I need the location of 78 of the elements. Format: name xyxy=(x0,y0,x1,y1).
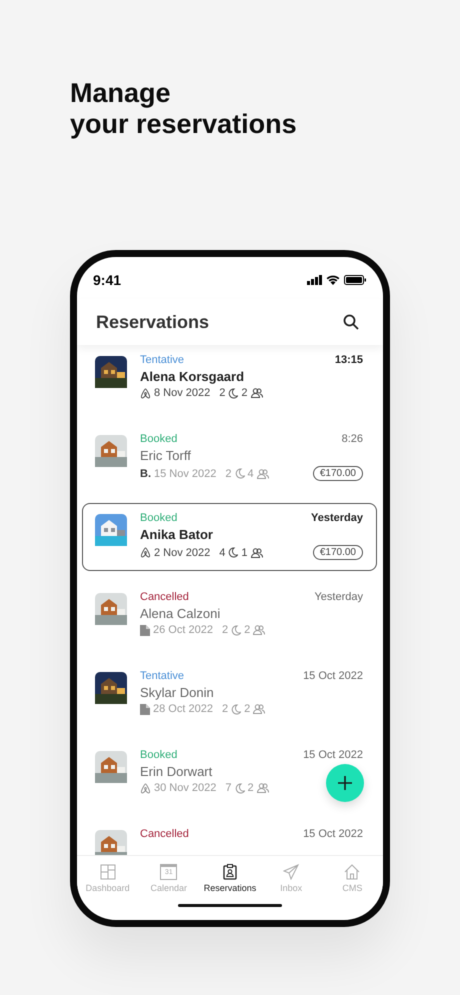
guest-name: Eric Torff xyxy=(140,448,191,463)
time-label: 13:15 xyxy=(334,354,363,366)
guest-name: Alena Korsgaard xyxy=(140,369,244,384)
moon-icon xyxy=(234,782,245,794)
reservation-item[interactable]: Tentative 13:15 Alena Korsgaard 8 Nov 2022 2 2 xyxy=(82,345,377,413)
nights-count: 4 xyxy=(219,546,226,558)
price-tag: €170.00 xyxy=(312,545,363,560)
guests-icon xyxy=(250,548,263,558)
grid-icon xyxy=(100,864,116,880)
document-icon xyxy=(140,704,150,714)
nights-count: 2 xyxy=(225,468,232,480)
guest-name: Skylar Donin xyxy=(140,685,214,700)
date-label: 26 Oct 2022 xyxy=(153,624,213,636)
guests-icon xyxy=(250,388,263,398)
guests-icon xyxy=(256,468,269,478)
selected-reservation-card[interactable]: Booked Yesterday Anika Bator 2 Nov 2022 4 1 €170.00 xyxy=(82,503,377,571)
guests-count: 2 xyxy=(244,703,250,715)
guests-count: 1 xyxy=(241,546,248,558)
guests-icon xyxy=(253,625,266,635)
status-label: Cancelled xyxy=(140,591,189,603)
guest-name: Anika Bator xyxy=(140,527,213,542)
nights-count: 2 xyxy=(222,624,228,636)
moon-icon xyxy=(228,388,238,398)
date-label: 28 Oct 2022 xyxy=(153,703,213,715)
date-label: 8 Nov 2022 xyxy=(154,387,210,399)
date-label: 15 Nov 2022 xyxy=(154,468,216,480)
screen-title: Reservations xyxy=(96,312,210,332)
status-label: Booked xyxy=(140,749,178,761)
search-icon[interactable] xyxy=(343,314,359,330)
status-label: Tentative xyxy=(140,354,184,366)
battery-icon xyxy=(344,275,366,285)
time-label: 15 Oct 2022 xyxy=(303,749,363,761)
date-label: 2 Nov 2022 xyxy=(154,546,210,558)
guests-icon xyxy=(253,704,266,714)
time-label: Yesterday xyxy=(314,591,363,603)
status-label: Booked xyxy=(140,433,178,445)
guests-count: 2 xyxy=(241,387,248,399)
document-icon xyxy=(140,624,150,636)
moon-icon xyxy=(231,704,242,714)
guests-icon xyxy=(256,783,269,793)
headline: Manage your reservations xyxy=(70,78,297,140)
status-label: Cancelled xyxy=(140,828,189,840)
plus-icon xyxy=(338,776,352,790)
guest-name: Alena Calzoni xyxy=(140,606,220,621)
tab-item[interactable]: Reservations xyxy=(200,858,260,904)
paper-plane-icon xyxy=(283,864,300,880)
nights-count: 2 xyxy=(222,703,228,715)
signal-icon xyxy=(307,275,322,285)
moon-icon xyxy=(231,624,242,636)
reservation-item[interactable]: Cancelled Yesterday Alena Calzoni 26 Oct 2022 2 2 xyxy=(82,582,377,650)
status-label: Tentative xyxy=(140,670,184,682)
home-icon xyxy=(344,864,360,880)
price-tag: €170.00 xyxy=(312,466,363,481)
status-label: Booked xyxy=(140,512,178,524)
reservation-item[interactable]: Booked 8:26 Eric Torff B. 15 Nov 2022 2 4 €170.00 xyxy=(82,424,377,492)
time-label: 8:26 xyxy=(342,433,363,445)
reservation-item[interactable]: Tentative 15 Oct 2022 Skylar Donin 28 Oct 2022 2 2 xyxy=(82,661,377,729)
guests-count: 2 xyxy=(248,782,254,794)
time-label: 15 Oct 2022 xyxy=(303,828,363,840)
time-label: 15 Oct 2022 xyxy=(303,670,363,682)
guests-count: 4 xyxy=(248,468,254,480)
guest-name: Erin Dorwart xyxy=(140,764,212,779)
source-mark: B. xyxy=(140,468,151,480)
reservation-item[interactable]: Booked 15 Oct 2022 Erin Dorwart 30 Nov 2022 7 2 xyxy=(82,740,377,808)
airbnb-icon xyxy=(140,547,151,558)
airbnb-icon xyxy=(140,388,151,398)
wifi-icon xyxy=(326,275,340,285)
id-badge-icon xyxy=(222,864,237,880)
add-button[interactable] xyxy=(326,764,364,802)
airbnb-icon xyxy=(140,782,151,794)
nights-count: 2 xyxy=(219,387,226,399)
date-label: 30 Nov 2022 xyxy=(154,782,216,794)
status-time: 9:41 xyxy=(93,272,122,288)
time-label: Yesterday xyxy=(311,512,363,524)
guests-count: 2 xyxy=(244,624,250,636)
moon-icon xyxy=(228,547,238,558)
nights-count: 7 xyxy=(225,782,232,794)
moon-icon xyxy=(234,468,245,479)
